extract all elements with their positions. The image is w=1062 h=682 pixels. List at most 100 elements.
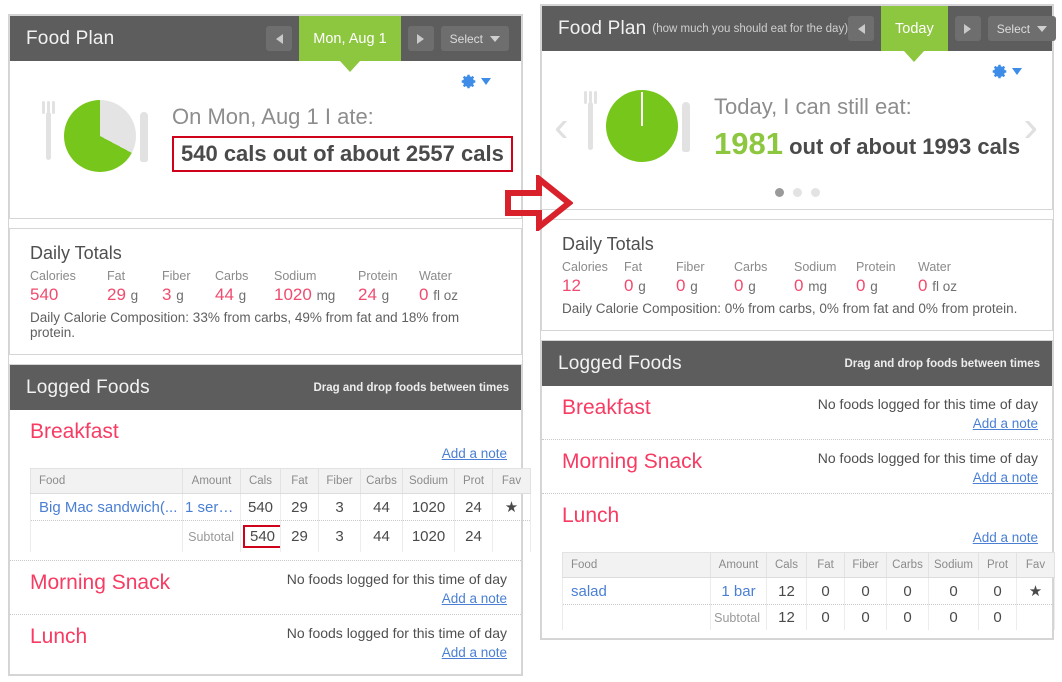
right-food-plan-title: Food Plan <box>558 17 647 39</box>
right-current-date-label: Today <box>895 20 934 37</box>
right-summary-rest: out of about 1993 cals <box>789 134 1021 159</box>
left-next-day-button[interactable] <box>407 26 434 51</box>
total-unit: mg <box>808 279 827 294</box>
carousel-dot-3[interactable] <box>810 188 820 197</box>
meal-name: Lunch <box>562 504 620 527</box>
right-plate-graphic <box>580 82 700 174</box>
left-breakfast-table: Food Amount Cals Fat Fiber Carbs Sodium … <box>30 468 531 552</box>
left-prev-day-button[interactable] <box>266 26 293 51</box>
total-unit: g <box>381 288 390 303</box>
total-value: 0 g <box>676 276 734 296</box>
total-value: 0 fl oz <box>918 276 957 296</box>
total-fat: Fat 29 g <box>107 269 162 305</box>
left-settings-button[interactable] <box>460 73 491 90</box>
col-amount: Amount <box>182 468 241 494</box>
col-cals: Cals <box>240 468 281 494</box>
table-row[interactable]: salad 1 bar 12 0 0 0 0 0 ★ <box>562 577 1055 605</box>
total-unit: g <box>130 288 139 303</box>
favorite-star-icon[interactable]: ★ <box>1016 577 1055 605</box>
total-number: 0 <box>856 276 866 295</box>
total-fat: Fat 0 g <box>624 260 676 296</box>
left-meal-lunch: Lunch No foods logged for this time of d… <box>10 615 521 674</box>
total-value: 3 g <box>162 285 215 305</box>
right-food-plan-header: Food Plan (how much you should eat for t… <box>542 6 1057 51</box>
fork-tine <box>52 101 55 114</box>
right-summary-intro: Today, I can still eat: <box>714 94 912 119</box>
empty-message: No foods logged for this time of day <box>286 625 507 641</box>
empty-message: No foods logged for this time of day <box>286 571 507 587</box>
meal-name: Breakfast <box>562 396 651 419</box>
total-number: 1020 <box>274 285 312 304</box>
left-drag-drop-note: Drag and drop foods between times <box>313 381 509 394</box>
meal-header: Breakfast <box>30 420 507 444</box>
carousel-prev-button[interactable]: ‹ <box>554 105 569 149</box>
cell-sodium: 1020 <box>402 493 455 521</box>
left-current-date-label: Mon, Aug 1 <box>313 30 387 47</box>
total-unit: g <box>638 279 646 294</box>
cell-cals: 540 <box>240 493 281 521</box>
subtotal-fat: 29 <box>280 520 319 552</box>
meal-header: Lunch No foods logged for this time of d… <box>30 625 507 660</box>
col-food: Food <box>30 468 183 494</box>
cell-amount[interactable]: 1 serving <box>182 493 241 521</box>
meal-note-row: Add a note <box>30 446 507 461</box>
right-prev-day-button[interactable] <box>848 16 875 41</box>
chevron-down-icon <box>1012 68 1022 75</box>
fork-tine <box>42 101 45 114</box>
add-note-link[interactable]: Add a note <box>818 416 1038 431</box>
add-note-link[interactable]: Add a note <box>287 645 507 660</box>
total-label: Fiber <box>162 269 191 283</box>
total-label: Sodium <box>274 269 317 283</box>
add-note-link[interactable]: Add a note <box>287 591 507 606</box>
fork-tine <box>47 101 50 114</box>
cell-food[interactable]: Big Mac sandwich(... <box>30 493 183 521</box>
carousel-dot-1[interactable] <box>774 188 784 197</box>
cell-amount[interactable]: 1 bar <box>710 577 767 605</box>
favorite-star-icon[interactable]: ★ <box>492 493 531 521</box>
left-logged-foods-title: Logged Foods <box>26 376 150 398</box>
left-meal-breakfast: Breakfast Add a note Food Amount Cals Fa… <box>10 410 531 561</box>
left-food-plan-card: Food Plan Mon, Aug 1 Select On Mon, Aug … <box>9 15 522 219</box>
total-number: 0 <box>419 285 429 304</box>
subtotal-sodium: 0 <box>928 604 979 630</box>
left-summary-main: On Mon, Aug 1 I ate: 540 cals out of abo… <box>10 90 521 218</box>
subtotal-carbs: 0 <box>886 604 929 630</box>
total-unit: g <box>238 288 247 303</box>
right-current-date-tab[interactable]: Today <box>881 6 948 51</box>
right-select-dropdown[interactable]: Select <box>987 16 1057 41</box>
right-settings-button[interactable] <box>991 63 1022 80</box>
right-summary-main: ‹ Today, I can still eat: 1981 out of ab… <box>542 80 1052 174</box>
cell-prot: 24 <box>454 493 493 521</box>
col-amount: Amount <box>710 552 767 578</box>
total-number: 24 <box>358 285 377 304</box>
left-select-dropdown[interactable]: Select <box>440 26 509 51</box>
total-unit: g <box>748 279 756 294</box>
right-logged-foods-title: Logged Foods <box>558 352 682 374</box>
carousel-next-button[interactable]: › <box>1023 105 1038 149</box>
chevron-down-icon <box>481 78 491 85</box>
right-logged-foods-card: Logged Foods Drag and drop foods between… <box>541 340 1055 639</box>
total-number: 12 <box>562 276 581 295</box>
meal-name: Morning Snack <box>30 571 171 594</box>
cell-carbs: 0 <box>886 577 929 605</box>
subtotal-carbs: 44 <box>360 520 403 552</box>
table-row[interactable]: Big Mac sandwich(... 1 serving 540 29 3 … <box>30 493 531 521</box>
total-label: Protein <box>358 269 398 283</box>
chevron-left-icon <box>275 33 283 44</box>
right-totals-grid: Calories 12 Fat 0 g Fiber 0 g Carbs 0 g <box>562 260 1034 296</box>
subtotal-cals: 540 <box>240 520 281 552</box>
total-value: 0 g <box>734 276 794 296</box>
total-value: 0 fl oz <box>419 285 458 305</box>
total-value: 0 g <box>624 276 676 296</box>
knife-icon <box>682 102 690 152</box>
chevron-down-icon <box>1037 25 1048 32</box>
carousel-dot-2[interactable] <box>792 188 802 197</box>
right-next-day-button[interactable] <box>954 16 981 41</box>
gear-icon <box>461 74 476 89</box>
add-note-link[interactable]: Add a note <box>30 446 507 461</box>
add-note-link[interactable]: Add a note <box>562 530 1038 545</box>
cell-food[interactable]: salad <box>562 577 711 605</box>
left-current-date-tab[interactable]: Mon, Aug 1 <box>299 16 401 61</box>
add-note-link[interactable]: Add a note <box>818 470 1038 485</box>
fork-icon <box>42 101 55 160</box>
